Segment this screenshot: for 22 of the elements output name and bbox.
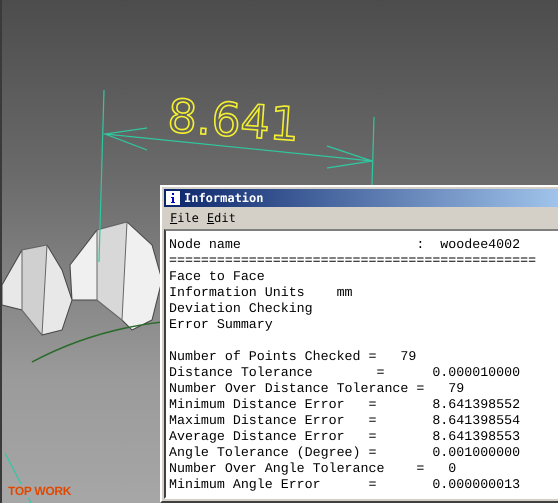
text-line: Error Summary [169,317,274,333]
text-line: Number Over Angle Tolerance = 0 [169,461,458,477]
text-line: Number Over Distance Tolerance = 79 [169,381,466,397]
text-line: Face to Face [169,269,266,285]
menu-item[interactable]: Edit [206,211,236,225]
text-line: Minimum Angle Error = 0.000000013 [169,477,522,493]
text-line: Maximum Distance Error = 8.641398554 [169,413,522,429]
menu-item[interactable]: File [170,211,199,225]
info-icon [166,191,180,205]
text-line: Distance Tolerance = 0.000010000 [169,365,522,381]
text-line: Information Units mm [169,285,354,301]
text-line: Average Distance Error = 8.641398553 [169,429,522,445]
text-line: ============================================== [169,253,538,269]
extension-line [371,116,375,186]
text-line: Angle Tolerance (Degree) = 0.001000000 [169,445,522,461]
text-line: Node name : woodee4002 [169,237,522,253]
text-line: Number of Points Checked = 79 [169,349,418,365]
view-label: TOP WORK [8,484,72,498]
text-line: Deviation Checking [169,301,314,317]
dimension-value: 8.641 [166,88,302,152]
window-title: Information [184,191,264,205]
text-line: Minimum Distance Error = 8.641398552 [169,397,522,413]
